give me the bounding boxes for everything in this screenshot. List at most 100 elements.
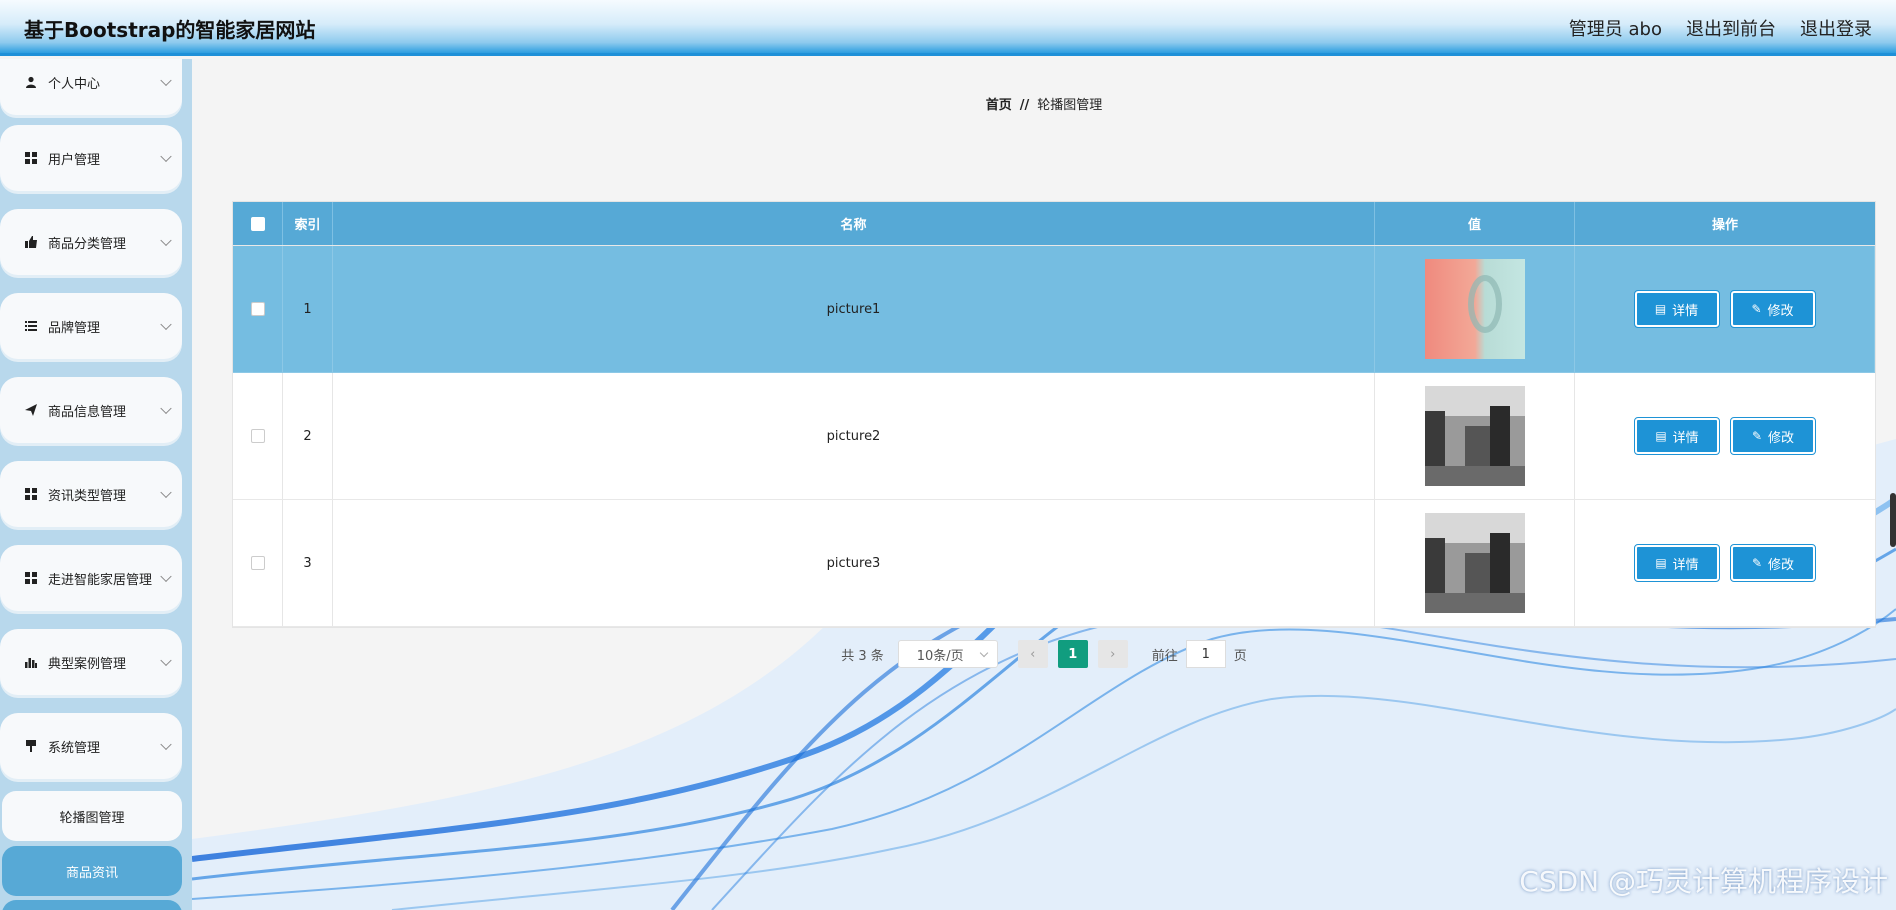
admin-user-link[interactable]: 管理员 abo	[1569, 15, 1662, 41]
table-header: 索引 名称 值 操作	[233, 202, 1875, 246]
header-actions: 操作	[1711, 218, 1738, 233]
top-links: 管理员 abo 退出到前台 退出登录	[1569, 15, 1872, 41]
document-icon: ▤	[1655, 556, 1667, 570]
user-icon	[24, 75, 38, 89]
sidebar-item-label: 个人中心	[48, 76, 101, 92]
breadcrumb: 首页 // 轮播图管理	[192, 94, 1896, 113]
paper-plane-icon	[24, 403, 38, 417]
table-row[interactable]: 1 picture1 ▤ 详情 ✎ 修改	[233, 246, 1875, 373]
goto-prefix: 前往	[1151, 648, 1178, 664]
row-checkbox[interactable]	[250, 302, 265, 316]
breadcrumb-current: 轮播图管理	[1037, 98, 1103, 113]
row-name: picture1	[333, 246, 1375, 372]
chevron-down-icon	[979, 648, 988, 658]
pagination: 共 3 条 10条/页 ‹ 1 › 前往 1 页	[192, 639, 1896, 669]
edit-label: 修改	[1768, 557, 1795, 573]
edit-label: 修改	[1767, 303, 1794, 319]
table-row[interactable]: 3 picture3 ▤ 详情 ✎ 修改	[233, 500, 1875, 627]
edit-label: 修改	[1768, 430, 1795, 446]
detail-label: 详情	[1672, 303, 1699, 319]
edit-button[interactable]: ✎ 修改	[1730, 417, 1816, 455]
sidebar-item-label: 用户管理	[48, 152, 101, 168]
row-actions: ▤ 详情 ✎ 修改	[1575, 373, 1875, 499]
edit-icon: ✎	[1751, 302, 1762, 316]
goto-page-input[interactable]: 1	[1185, 640, 1226, 668]
row-checkbox[interactable]	[250, 556, 265, 570]
chevron-down-icon	[160, 738, 172, 751]
top-header: 基于Bootstrap的智能家居网站 管理员 abo 退出到前台 退出登录	[0, 0, 1896, 56]
sidebar-item-product-info-management[interactable]: 商品信息管理	[0, 377, 182, 443]
goto-suffix: 页	[1233, 648, 1247, 664]
chevron-down-icon	[160, 234, 172, 247]
grid-icon	[24, 571, 38, 585]
page-size-select[interactable]: 10条/页	[897, 640, 998, 668]
row-index: 3	[283, 500, 333, 626]
row-value-cell	[1375, 500, 1575, 626]
chevron-down-icon	[160, 318, 172, 331]
current-page-button[interactable]: 1	[1057, 640, 1088, 668]
thumbs-up-icon	[24, 235, 38, 249]
sidebar-item-brand-management[interactable]: 品牌管理	[0, 293, 182, 359]
table-row[interactable]: 2 picture2 ▤ 详情 ✎ 修改	[233, 373, 1875, 500]
sidebar-item-case-management[interactable]: 典型案例管理	[0, 629, 182, 695]
chevron-down-icon	[160, 654, 172, 667]
logout-link[interactable]: 退出登录	[1800, 15, 1872, 41]
detail-button[interactable]: ▤ 详情	[1634, 544, 1720, 582]
sidebar-item-label: 商品分类管理	[48, 236, 127, 252]
edit-button[interactable]: ✎ 修改	[1729, 290, 1816, 328]
edit-icon: ✎	[1751, 556, 1763, 570]
site-title: 基于Bootstrap的智能家居网站	[24, 18, 316, 42]
row-checkbox[interactable]	[250, 429, 265, 443]
sidebar-item-news-type-management[interactable]: 资讯类型管理	[0, 461, 182, 527]
header-value: 值	[1375, 202, 1575, 245]
header-checkbox-cell	[233, 202, 283, 245]
thumbnail-image	[1424, 513, 1525, 613]
row-value-cell	[1375, 246, 1575, 372]
row-checkbox-cell	[233, 373, 283, 499]
next-page-button[interactable]: ›	[1097, 640, 1128, 668]
sidebar-item-system-management[interactable]: 系统管理	[0, 713, 182, 779]
thumbnail-image	[1424, 259, 1525, 359]
total-count: 共 3 条	[841, 648, 884, 664]
breadcrumb-home[interactable]: 首页	[986, 98, 1012, 113]
sidebar-item-label: 商品信息管理	[48, 404, 127, 420]
sidebar-subitem-carousel[interactable]: 轮播图管理	[2, 791, 182, 841]
document-icon: ▤	[1655, 429, 1667, 443]
sidebar: 个人中心 用户管理 商品分类管理 品牌管理 商品信息管理 资讯类型管理 走进智能…	[0, 59, 192, 910]
sidebar-item-category-management[interactable]: 商品分类管理	[0, 209, 182, 275]
detail-button[interactable]: ▤ 详情	[1634, 417, 1720, 455]
header-name: 名称	[333, 202, 1375, 245]
sidebar-item-label: 走进智能家居管理	[48, 572, 153, 588]
pin-icon	[24, 739, 38, 753]
edit-button[interactable]: ✎ 修改	[1730, 544, 1816, 582]
sidebar-subitem-product-news[interactable]: 商品资讯	[2, 846, 182, 896]
chevron-down-icon	[160, 402, 172, 415]
row-index: 2	[283, 373, 333, 499]
breadcrumb-separator: //	[1019, 98, 1030, 113]
sidebar-item-personal-center[interactable]: 个人中心	[0, 59, 182, 115]
sidebar-item-label: 典型案例管理	[48, 656, 127, 672]
chevron-down-icon	[160, 570, 172, 583]
scrollbar-thumb[interactable]	[1890, 493, 1896, 547]
row-value-cell	[1375, 373, 1575, 499]
detail-button[interactable]: ▤ 详情	[1633, 290, 1720, 328]
carousel-table: 索引 名称 值 操作 1 picture1 ▤ 详情 ✎ 修改 2 pictur…	[232, 201, 1876, 628]
header-index: 索引	[283, 202, 333, 245]
select-all-checkbox[interactable]	[250, 216, 265, 231]
exit-to-frontend-link[interactable]: 退出到前台	[1686, 15, 1776, 41]
edit-icon: ✎	[1751, 429, 1763, 443]
document-icon: ▤	[1654, 302, 1667, 316]
sidebar-item-user-management[interactable]: 用户管理	[0, 125, 182, 191]
grid-icon	[24, 487, 38, 501]
row-name: picture2	[333, 373, 1375, 499]
row-checkbox-cell	[233, 246, 283, 372]
sidebar-next-item[interactable]	[2, 900, 182, 910]
main-content: 首页 // 轮播图管理 索引 名称 值 操作 1 picture1 ▤ 详情 ✎ 修改	[192, 59, 1896, 910]
prev-page-button[interactable]: ‹	[1017, 640, 1048, 668]
row-index: 1	[283, 246, 333, 372]
detail-label: 详情	[1672, 557, 1699, 573]
detail-label: 详情	[1672, 430, 1699, 446]
chevron-down-icon	[160, 150, 172, 163]
sidebar-item-smart-home-management[interactable]: 走进智能家居管理	[0, 545, 182, 611]
chevron-down-icon	[160, 74, 172, 87]
